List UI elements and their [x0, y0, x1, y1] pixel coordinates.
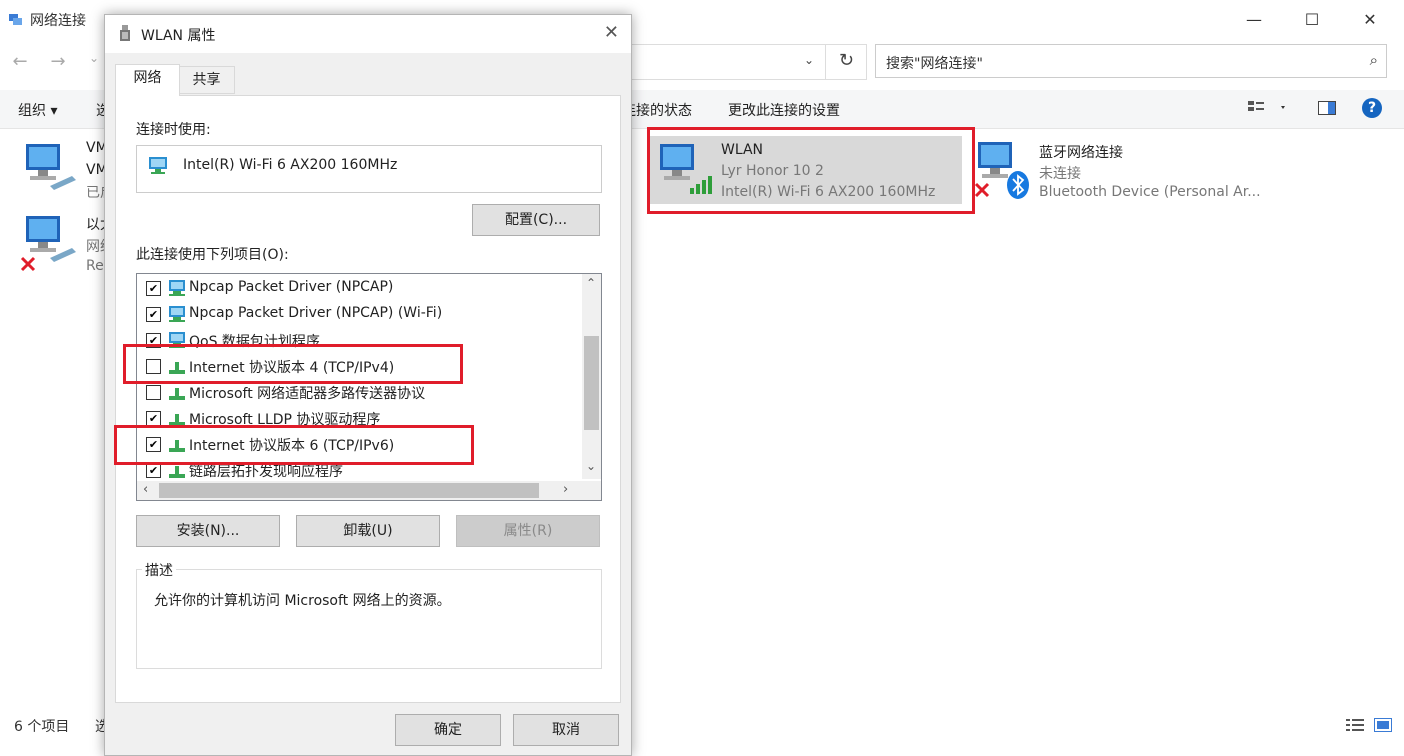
recent-locations-button[interactable]: ⌄ — [82, 51, 106, 65]
cancel-button[interactable]: 取消 — [513, 714, 619, 746]
connection-line3: Bluetooth Device (Personal Ar... — [1039, 184, 1261, 200]
item-count: 6 个项目 — [14, 719, 70, 735]
item-checkbox[interactable] — [146, 385, 161, 400]
scroll-left-icon[interactable]: ‹ — [143, 482, 148, 497]
connection-vm[interactable]: VM VM 已启 — [16, 138, 114, 202]
item-checkbox[interactable]: ✔ — [146, 281, 161, 296]
properties-button[interactable]: 属性(R) — [456, 515, 600, 547]
close-icon[interactable]: ✕ — [604, 22, 619, 43]
item-label: Npcap Packet Driver (NPCAP) (Wi-Fi) — [189, 305, 443, 321]
maximize-button[interactable]: ☐ — [1292, 6, 1332, 34]
connection-bluetooth[interactable]: 蓝牙网络连接 未连接 Bluetooth Device (Personal Ar… — [972, 138, 1272, 204]
network-adapter-icon — [119, 25, 131, 47]
uninstall-button[interactable]: 卸载(U) — [296, 515, 440, 547]
address-separator — [825, 45, 826, 79]
network-adapter-icon — [20, 138, 80, 202]
network-adapter-icon — [148, 156, 170, 178]
wlan-highlight-box — [647, 127, 975, 214]
service-icon — [167, 305, 187, 327]
network-tab-panel: 连接时使用: Intel(R) Wi-Fi 6 AX200 160MHz 配置(… — [115, 95, 621, 703]
vertical-scrollbar[interactable]: ⌃ ⌄ — [582, 274, 601, 479]
service-icon — [167, 279, 187, 301]
items-label: 此连接使用下列项目(O): — [136, 247, 289, 263]
scroll-down-icon[interactable]: ⌄ — [586, 459, 596, 473]
connection-line2: 未连接 — [1039, 166, 1081, 182]
configure-button[interactable]: 配置(C)... — [472, 204, 600, 236]
item-label: Npcap Packet Driver (NPCAP) — [189, 279, 394, 295]
ipv4-highlight-box — [123, 344, 463, 384]
list-item[interactable]: ✔ Npcap Packet Driver (NPCAP) — [137, 276, 577, 302]
description-group — [136, 569, 602, 669]
network-adapter-icon — [20, 212, 80, 278]
scroll-right-icon[interactable]: › — [563, 482, 568, 497]
components-list[interactable]: ✔ Npcap Packet Driver (NPCAP) ✔ Npcap Pa… — [136, 273, 602, 501]
horizontal-scrollbar[interactable]: ‹ › — [137, 481, 601, 500]
scroll-up-icon[interactable]: ⌃ — [586, 276, 596, 290]
description-text: 允许你的计算机访问 Microsoft 网络上的资源。 — [154, 593, 451, 609]
view-options-icon[interactable] — [1248, 100, 1288, 120]
details-view-icon[interactable] — [1346, 718, 1364, 736]
search-icon[interactable]: ⌕ — [1370, 51, 1378, 69]
back-button[interactable]: ← — [8, 51, 32, 72]
item-label: Microsoft 网络适配器多路传送器协议 — [189, 386, 426, 402]
address-dropdown-icon[interactable]: ⌄ — [804, 53, 814, 67]
item-checkbox[interactable]: ✔ — [146, 307, 161, 322]
item-checkbox[interactable]: ✔ — [146, 463, 161, 478]
adapter-name: Intel(R) Wi-Fi 6 AX200 160MHz — [183, 157, 398, 173]
large-icons-view-icon[interactable] — [1374, 718, 1392, 736]
scroll-thumb[interactable] — [159, 483, 539, 498]
connection-ethernet[interactable]: 以太 网络 Re — [16, 212, 114, 278]
list-item[interactable]: ✔ Npcap Packet Driver (NPCAP) (Wi-Fi) — [137, 302, 577, 328]
dialog-titlebar: WLAN 属性 ✕ — [105, 15, 631, 53]
tab-sharing[interactable]: 共享 — [178, 66, 235, 94]
bluetooth-adapter-icon — [972, 138, 1034, 204]
close-window-button[interactable]: ✕ — [1350, 6, 1390, 34]
dialog-title: WLAN 属性 — [141, 28, 216, 44]
change-settings-command[interactable]: 更改此连接的设置 — [728, 100, 840, 120]
forward-button[interactable]: → — [46, 51, 70, 72]
address-bar[interactable]: ⌄ ↻ — [620, 44, 867, 80]
item-checkbox[interactable]: ✔ — [146, 411, 161, 426]
help-icon[interactable]: ? — [1362, 98, 1382, 118]
view-status-command[interactable]: 连接的状态 — [622, 100, 692, 120]
ok-button[interactable]: 确定 — [395, 714, 501, 746]
search-placeholder: 搜索"网络连接" — [886, 56, 983, 72]
connection-line3: Re — [86, 258, 104, 274]
install-button[interactable]: 安装(N)... — [136, 515, 280, 547]
search-box[interactable]: 搜索"网络连接" ⌕ — [875, 44, 1387, 78]
scroll-thumb[interactable] — [584, 336, 599, 430]
network-folder-icon — [8, 12, 24, 26]
connect-using-label: 连接时使用: — [136, 122, 211, 138]
refresh-icon[interactable]: ↻ — [839, 50, 854, 71]
wlan-properties-dialog: WLAN 属性 ✕ 网络 共享 连接时使用: Intel(R) Wi-Fi 6 … — [104, 14, 632, 756]
connection-name: 蓝牙网络连接 — [1039, 145, 1123, 161]
preview-pane-icon[interactable] — [1318, 101, 1336, 119]
window-title: 网络连接 — [30, 13, 86, 29]
organize-menu[interactable]: 组织 ▾ — [18, 100, 57, 120]
description-title: 描述 — [142, 560, 176, 580]
adapter-field: Intel(R) Wi-Fi 6 AX200 160MHz — [136, 145, 602, 193]
tab-network[interactable]: 网络 — [115, 64, 180, 96]
protocol-icon — [167, 386, 187, 406]
minimize-button[interactable]: — — [1234, 6, 1274, 34]
ipv6-highlight-box — [114, 425, 474, 465]
